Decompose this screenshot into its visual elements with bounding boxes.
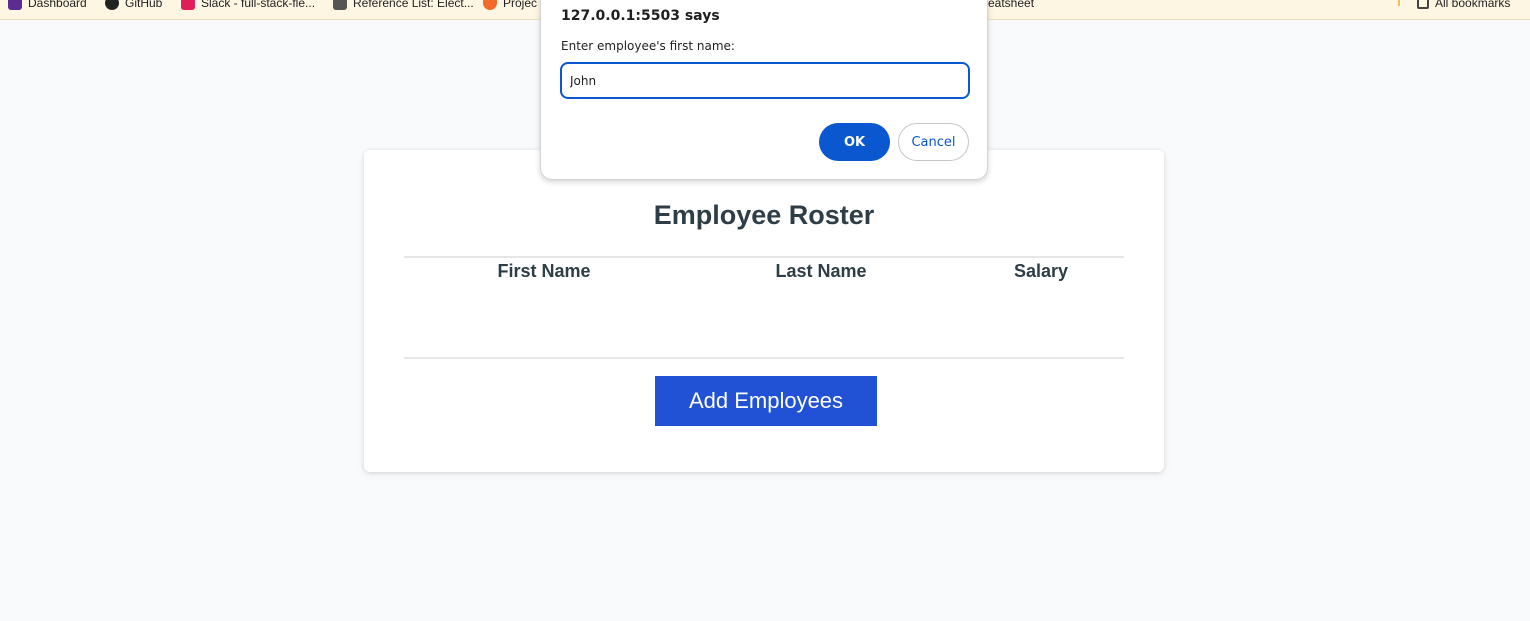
bookmark-slack[interactable]: Slack - full-stack-fle... [181,0,315,13]
bookmark-project[interactable]: Projec [483,0,537,13]
bookmark-label: Slack - full-stack-fle... [201,0,316,10]
ok-button[interactable]: OK [819,123,890,161]
bookmark-cheatsheet[interactable]: eatsheet [988,0,1034,13]
all-bookmarks-button[interactable]: All bookmarks [1417,0,1510,13]
bookmark-dashboard[interactable]: Dashboard [8,0,87,13]
bookmark-label: Dashboard [28,0,87,10]
dialog-message: Enter employee's first name: [561,39,735,53]
bookmark-label: Projec [503,0,538,10]
bookmark-reference-list[interactable]: Reference List: Elect... [333,0,474,13]
bookmark-label: eatsheet [988,0,1035,10]
add-employees-button[interactable]: Add Employees [655,376,877,426]
document-icon [333,0,347,10]
github-icon [105,0,119,10]
folder-icon [1417,0,1429,9]
bookmark-label: GitHub [125,0,163,10]
bookmark-github[interactable]: GitHub [105,0,162,13]
all-bookmarks-label: All bookmarks [1435,0,1511,10]
first-name-input[interactable] [560,62,970,99]
cancel-button[interactable]: Cancel [898,123,969,161]
bookmarks-divider [1398,0,1400,6]
column-header-last-name: Last Name [775,261,867,281]
employee-roster-card: Employee Roster First Name Last Name Sal… [364,150,1164,472]
column-header-salary: Salary [1013,261,1069,281]
slack-icon [181,0,195,10]
shield-icon [483,0,497,10]
column-header-first-name: First Name [497,261,591,281]
bookmark-label: Reference List: Elect... [353,0,474,10]
page-title: Employee Roster [653,200,875,230]
employee-table: First Name Last Name Salary [404,256,1124,359]
dashboard-icon [8,0,22,10]
dialog-title: 127.0.0.1:5503 says [561,8,720,24]
prompt-dialog: 127.0.0.1:5503 says Enter employee's fir… [540,0,988,180]
